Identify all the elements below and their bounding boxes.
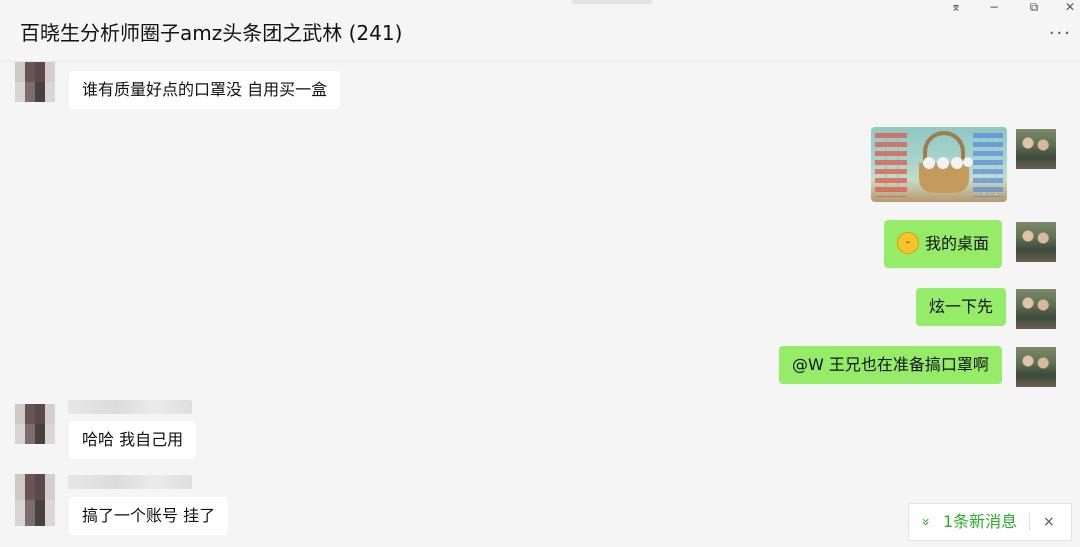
message-bubble[interactable]: 哈哈 我自己用 [69,421,197,459]
close-banner-button[interactable]: × [1043,504,1055,540]
message-bubble[interactable]: @W 王兄也在准备搞口罩啊 [779,346,1002,384]
minimize-button[interactable]: − [982,0,1006,16]
close-button[interactable]: ✕ [1058,0,1080,16]
image-message[interactable] [871,127,1007,202]
more-options-button[interactable]: ··· [1049,24,1072,44]
desktop-icons-right [973,133,1003,197]
avatar[interactable] [1016,222,1056,262]
sender-name-blurred [68,400,192,414]
avatar[interactable] [1016,129,1056,169]
pin-icon[interactable]: ⌆ [944,0,968,16]
sender-name-blurred [68,475,192,489]
new-messages-banner[interactable]: » 1条新消息 × [908,503,1072,541]
chevron-down-icon: » [917,517,934,527]
avatar[interactable] [15,62,55,102]
desktop-icons-left [875,133,907,197]
avatar[interactable] [15,404,55,444]
kitten [937,157,949,169]
chat-title: 百晓生分析师圈子amz头条团之武林 (241) [20,21,403,45]
divider [1029,513,1030,531]
new-messages-label[interactable]: 1条新消息 [943,504,1017,540]
avatar[interactable] [1016,289,1056,329]
kitten [951,157,963,169]
window-drag-area[interactable] [572,0,652,4]
message-bubble[interactable]: 谁有质量好点的口罩没 自用买一盒 [69,71,341,109]
chat-header: 百晓生分析师圈子amz头条团之武林 (241) ⌆ − ⧉ ✕ ··· [0,0,1080,62]
avatar[interactable] [1016,347,1056,387]
grin-emoji-icon: ᵕ [897,231,919,254]
message-text: 我的桌面 [925,234,990,253]
maximize-button[interactable]: ⧉ [1022,0,1046,16]
kitten [923,157,935,169]
message-bubble[interactable]: ᵕ 我的桌面 [884,220,1003,268]
message-bubble[interactable]: 搞了一个账号 挂了 [69,497,229,535]
avatar[interactable] [15,474,55,526]
kitten [963,157,973,167]
message-bubble[interactable]: 炫一下先 [916,288,1007,326]
